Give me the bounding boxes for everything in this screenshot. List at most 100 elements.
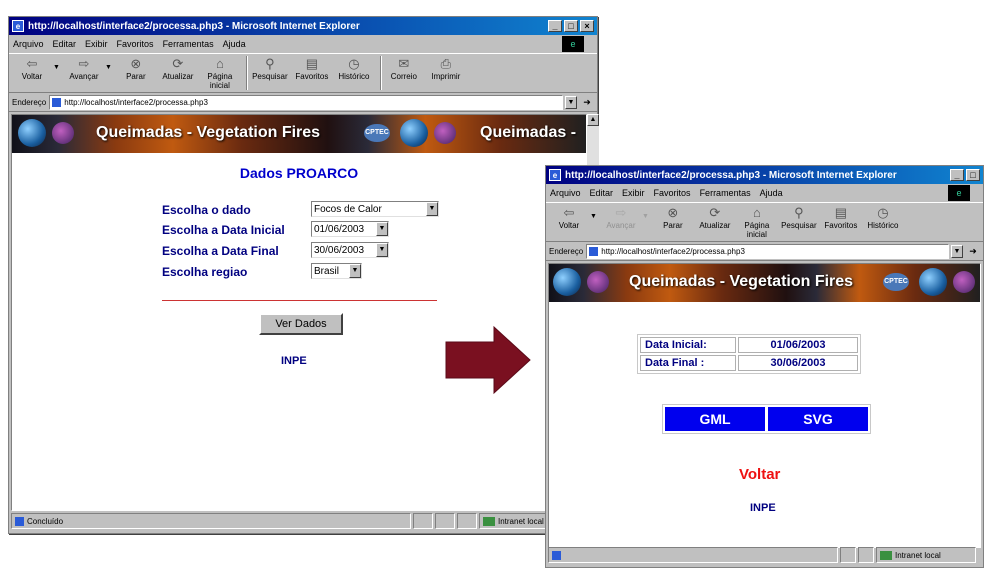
zone-text: Intranet local	[498, 516, 544, 526]
search-button[interactable]: ⚲ Pesquisar	[780, 205, 818, 230]
title-bar[interactable]: e http://localhost/interface2/processa.p…	[9, 17, 597, 35]
history-button[interactable]: ◷ Histórico	[335, 56, 373, 81]
search-icon: ⚲	[794, 205, 804, 220]
page-content: Queimadas - Vegetation Fires CPTEC Queim…	[11, 114, 587, 511]
mail-button[interactable]: ✉ Correio	[385, 56, 423, 81]
data-final-value: 30/06/2003	[738, 355, 858, 371]
page-content: Queimadas - Vegetation Fires CPTEC Data …	[548, 263, 981, 548]
back-button[interactable]: ⇦ Voltar	[550, 205, 588, 230]
browser-window-form: e http://localhost/interface2/processa.p…	[8, 16, 599, 534]
menu-arquivo[interactable]: Arquivo	[550, 188, 581, 198]
address-dropdown-icon[interactable]: ▼	[951, 244, 963, 258]
separator-line	[162, 300, 437, 301]
table-row: Data Final : 30/06/2003	[640, 355, 858, 371]
menu-ferramentas[interactable]: Ferramentas	[163, 39, 214, 49]
zone-cell: Intranet local	[876, 547, 976, 563]
home-button[interactable]: ⌂ Página inicial	[738, 205, 776, 239]
toolbar-separator	[245, 56, 248, 90]
maximize-button[interactable]: □	[564, 20, 578, 32]
satellite-logo	[953, 271, 975, 293]
history-icon: ◷	[877, 205, 889, 220]
menu-favoritos[interactable]: Favoritos	[117, 39, 154, 49]
history-button[interactable]: ◷ Histórico	[864, 205, 902, 230]
svg-button[interactable]: SVG	[768, 407, 868, 431]
menu-editar[interactable]: Editar	[53, 39, 77, 49]
page-icon	[15, 516, 24, 526]
chevron-down-icon: ▼	[376, 243, 388, 257]
refresh-button[interactable]: ⟳ Atualizar	[696, 205, 734, 230]
data-inicial-label: Data Inicial:	[640, 337, 736, 353]
window-title: http://localhost/interface2/processa.php…	[28, 20, 360, 32]
address-value: http://localhost/interface2/processa.php…	[601, 246, 745, 256]
data-inicial-select[interactable]: 01/06/2003 ▼	[311, 221, 389, 237]
data-inicial-value: 01/06/2003	[738, 337, 858, 353]
banner-title: Queimadas - Vegetation Fires	[629, 273, 854, 290]
page-icon	[552, 550, 561, 560]
data-inicial-label: Escolha a Data Inicial	[162, 223, 285, 237]
globe-logo	[919, 268, 947, 296]
title-bar[interactable]: e http://localhost/interface2/processa.p…	[546, 166, 983, 184]
voltar-link[interactable]: Voltar	[739, 466, 780, 483]
minimize-button[interactable]: _	[950, 169, 964, 181]
satellite-logo	[52, 122, 74, 144]
minimize-button[interactable]: _	[548, 20, 562, 32]
favorites-icon: ▤	[305, 56, 319, 71]
page-icon	[589, 246, 599, 256]
forward-button[interactable]: ⇨ Avançar	[65, 56, 103, 81]
refresh-icon: ⟳	[709, 205, 721, 220]
banner: Queimadas - Vegetation Fires CPTEC	[549, 264, 980, 302]
intranet-icon	[483, 516, 495, 526]
address-input[interactable]: http://localhost/interface2/processa.php…	[49, 94, 563, 110]
go-icon[interactable]: ➜	[580, 97, 594, 108]
refresh-button[interactable]: ⟳ Atualizar	[159, 56, 197, 81]
back-dropdown-icon[interactable]: ▼	[53, 64, 60, 71]
stop-icon: ⊗	[130, 56, 142, 71]
ver-dados-button[interactable]: Ver Dados	[259, 313, 343, 335]
cptec-logo: CPTEC	[364, 124, 390, 142]
scroll-up-icon[interactable]: ▲	[587, 114, 599, 126]
close-button[interactable]: ×	[580, 20, 594, 32]
chevron-down-icon: ▼	[426, 202, 438, 216]
search-button[interactable]: ⚲ Pesquisar	[251, 56, 289, 81]
dado-select[interactable]: Focos de Calor ▼	[311, 201, 439, 217]
inpe-footer: INPE	[281, 355, 307, 367]
back-dropdown-icon[interactable]: ▼	[590, 213, 597, 220]
home-icon: ⌂	[215, 56, 224, 71]
mail-icon: ✉	[398, 56, 410, 71]
forward-button[interactable]: ⇨ Avançar	[602, 205, 640, 230]
forward-dropdown-icon[interactable]: ▼	[642, 213, 649, 220]
menu-favoritos[interactable]: Favoritos	[654, 188, 691, 198]
print-button[interactable]: ⎙ Imprimir	[427, 56, 465, 81]
banner-title-repeat: Queimadas -	[480, 124, 577, 141]
favorites-button[interactable]: ▤ Favoritos	[822, 205, 860, 230]
menu-ajuda[interactable]: Ajuda	[223, 39, 246, 49]
regiao-select[interactable]: Brasil ▼	[311, 263, 362, 279]
gml-button[interactable]: GML	[665, 407, 765, 431]
transition-arrow-icon	[445, 325, 531, 395]
home-button[interactable]: ⌂ Página inicial	[201, 56, 239, 90]
banner: Queimadas - Vegetation Fires CPTEC Queim…	[12, 115, 586, 153]
data-final-label: Escolha a Data Final	[162, 244, 279, 258]
data-final-select[interactable]: 30/06/2003 ▼	[311, 242, 389, 258]
maximize-button[interactable]: □	[966, 169, 980, 181]
window-title: http://localhost/interface2/processa.php…	[565, 169, 897, 181]
menu-editar[interactable]: Editar	[590, 188, 614, 198]
forward-dropdown-icon[interactable]: ▼	[105, 64, 112, 71]
menu-exibir[interactable]: Exibir	[85, 39, 108, 49]
globe-logo	[553, 268, 581, 296]
menu-ferramentas[interactable]: Ferramentas	[700, 188, 751, 198]
menu-arquivo[interactable]: Arquivo	[13, 39, 44, 49]
address-bar: Endereço http://localhost/interface2/pro…	[9, 93, 597, 112]
address-input[interactable]: http://localhost/interface2/processa.php…	[586, 243, 949, 259]
stop-button[interactable]: ⊗ Parar	[654, 205, 692, 230]
menu-exibir[interactable]: Exibir	[622, 188, 645, 198]
go-icon[interactable]: ➜	[966, 246, 980, 257]
page-title: Dados PROARCO	[239, 165, 359, 181]
globe-logo	[400, 119, 428, 147]
menu-ajuda[interactable]: Ajuda	[760, 188, 783, 198]
back-arrow-icon: ⇦	[26, 56, 38, 71]
favorites-button[interactable]: ▤ Favoritos	[293, 56, 331, 81]
stop-button[interactable]: ⊗ Parar	[117, 56, 155, 81]
back-button[interactable]: ⇦ Voltar	[13, 56, 51, 81]
address-dropdown-icon[interactable]: ▼	[565, 95, 577, 109]
